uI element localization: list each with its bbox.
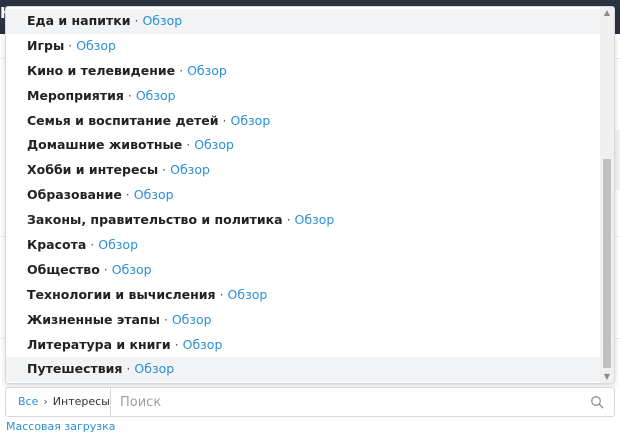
- category-name[interactable]: Жизненные этапы: [27, 312, 160, 327]
- category-name[interactable]: Игры: [27, 38, 64, 53]
- browse-link[interactable]: Обзор: [228, 287, 268, 302]
- browse-link[interactable]: Обзор: [194, 137, 234, 152]
- category-name[interactable]: Законы, правительство и политика: [27, 212, 283, 227]
- category-item[interactable]: Кино и телевидение · Обзор: [6, 59, 600, 84]
- breadcrumb-current: Интересы: [52, 395, 110, 408]
- category-name[interactable]: Домашние животные: [27, 137, 182, 152]
- dropdown-scrollbar[interactable]: ▲ ▼: [600, 7, 614, 383]
- item-separator: ·: [103, 261, 108, 277]
- category-item[interactable]: Жизненные этапы · Обзор: [6, 308, 600, 333]
- item-separator: ·: [174, 336, 179, 352]
- browse-link[interactable]: Обзор: [112, 262, 152, 277]
- browse-link[interactable]: Обзор: [142, 13, 182, 28]
- category-name[interactable]: Технологии и вычисления: [27, 287, 216, 302]
- category-item[interactable]: Игры · Обзор: [6, 34, 600, 59]
- category-item[interactable]: Хобби и интересы · Обзор: [6, 158, 600, 183]
- browse-link[interactable]: Обзор: [187, 63, 227, 78]
- chevron-right-icon: ›: [43, 395, 48, 408]
- browse-link[interactable]: Обзор: [76, 38, 116, 53]
- category-name[interactable]: Мероприятия: [27, 88, 124, 103]
- category-name[interactable]: Семья и воспитание детей: [27, 113, 219, 128]
- browse-link[interactable]: Обзор: [134, 187, 174, 202]
- interests-dropdown: Еда и напитки · Обзор Игры · Обзор Кино и …: [5, 6, 615, 384]
- item-separator: ·: [126, 361, 131, 377]
- browse-link[interactable]: Обзор: [98, 237, 138, 252]
- item-separator: ·: [162, 162, 167, 178]
- item-separator: ·: [134, 13, 139, 28]
- breadcrumb: Все › Интересы: [6, 388, 111, 416]
- item-separator: ·: [222, 112, 227, 128]
- browse-link[interactable]: Обзор: [183, 337, 223, 352]
- breadcrumb-all-link[interactable]: Все: [18, 395, 38, 408]
- category-item[interactable]: Путешествия · Обзор: [6, 357, 600, 383]
- category-item[interactable]: Технологии и вычисления · Обзор: [6, 283, 600, 308]
- item-separator: ·: [90, 237, 95, 253]
- browse-link[interactable]: Обзор: [136, 88, 176, 103]
- magnifier-icon[interactable]: [590, 395, 604, 409]
- triangle-down-icon[interactable]: ▼: [600, 371, 614, 383]
- item-separator: ·: [163, 311, 168, 327]
- browse-link[interactable]: Обзор: [172, 312, 212, 327]
- item-separator: ·: [125, 187, 130, 203]
- category-item[interactable]: Домашние животные · Обзор: [6, 133, 600, 158]
- category-item[interactable]: Литература и книги · Обзор: [6, 333, 600, 358]
- item-separator: ·: [186, 137, 191, 153]
- category-item[interactable]: Красота · Обзор: [6, 233, 600, 258]
- triangle-up-icon[interactable]: ▲: [600, 7, 614, 19]
- browse-link[interactable]: Обзор: [295, 212, 335, 227]
- bulk-upload-link[interactable]: Массовая загрузка: [6, 420, 116, 433]
- item-separator: ·: [286, 212, 291, 228]
- search-input[interactable]: [120, 391, 580, 413]
- category-item[interactable]: Мероприятия · Обзор: [6, 84, 600, 109]
- category-name[interactable]: Хобби и интересы: [27, 162, 158, 177]
- category-name[interactable]: Путешествия: [27, 361, 122, 376]
- scrollbar-thumb[interactable]: [603, 159, 611, 368]
- category-item[interactable]: Образование · Обзор: [6, 183, 600, 208]
- category-item[interactable]: Общество · Обзор: [6, 258, 600, 283]
- interests-search-bar: Все › Интересы: [5, 387, 615, 417]
- item-separator: ·: [179, 62, 184, 78]
- category-list: Еда и напитки · Обзор Игры · Обзор Кино и …: [6, 9, 600, 383]
- item-separator: ·: [219, 286, 224, 302]
- category-name[interactable]: Литература и книги: [27, 337, 171, 352]
- page: Н Еда и напитки · ОбзорИгры · ОбзорКино …: [0, 0, 620, 436]
- item-separator: ·: [127, 87, 132, 103]
- category-item[interactable]: Семья и воспитание детей · Обзор: [6, 109, 600, 134]
- browse-link[interactable]: Обзор: [230, 113, 270, 128]
- category-name[interactable]: Кино и телевидение: [27, 63, 175, 78]
- category-name[interactable]: Общество: [27, 262, 100, 277]
- browse-link[interactable]: Обзор: [170, 162, 210, 177]
- category-name[interactable]: Образование: [27, 187, 122, 202]
- category-name[interactable]: Красота: [27, 237, 86, 252]
- category-item[interactable]: Еда и напитки · Обзор: [6, 9, 600, 34]
- category-item[interactable]: Законы, правительство и политика · Обзор: [6, 208, 600, 233]
- item-separator: ·: [68, 37, 73, 53]
- category-name[interactable]: Еда и напитки: [27, 13, 131, 28]
- browse-link[interactable]: Обзор: [134, 361, 174, 376]
